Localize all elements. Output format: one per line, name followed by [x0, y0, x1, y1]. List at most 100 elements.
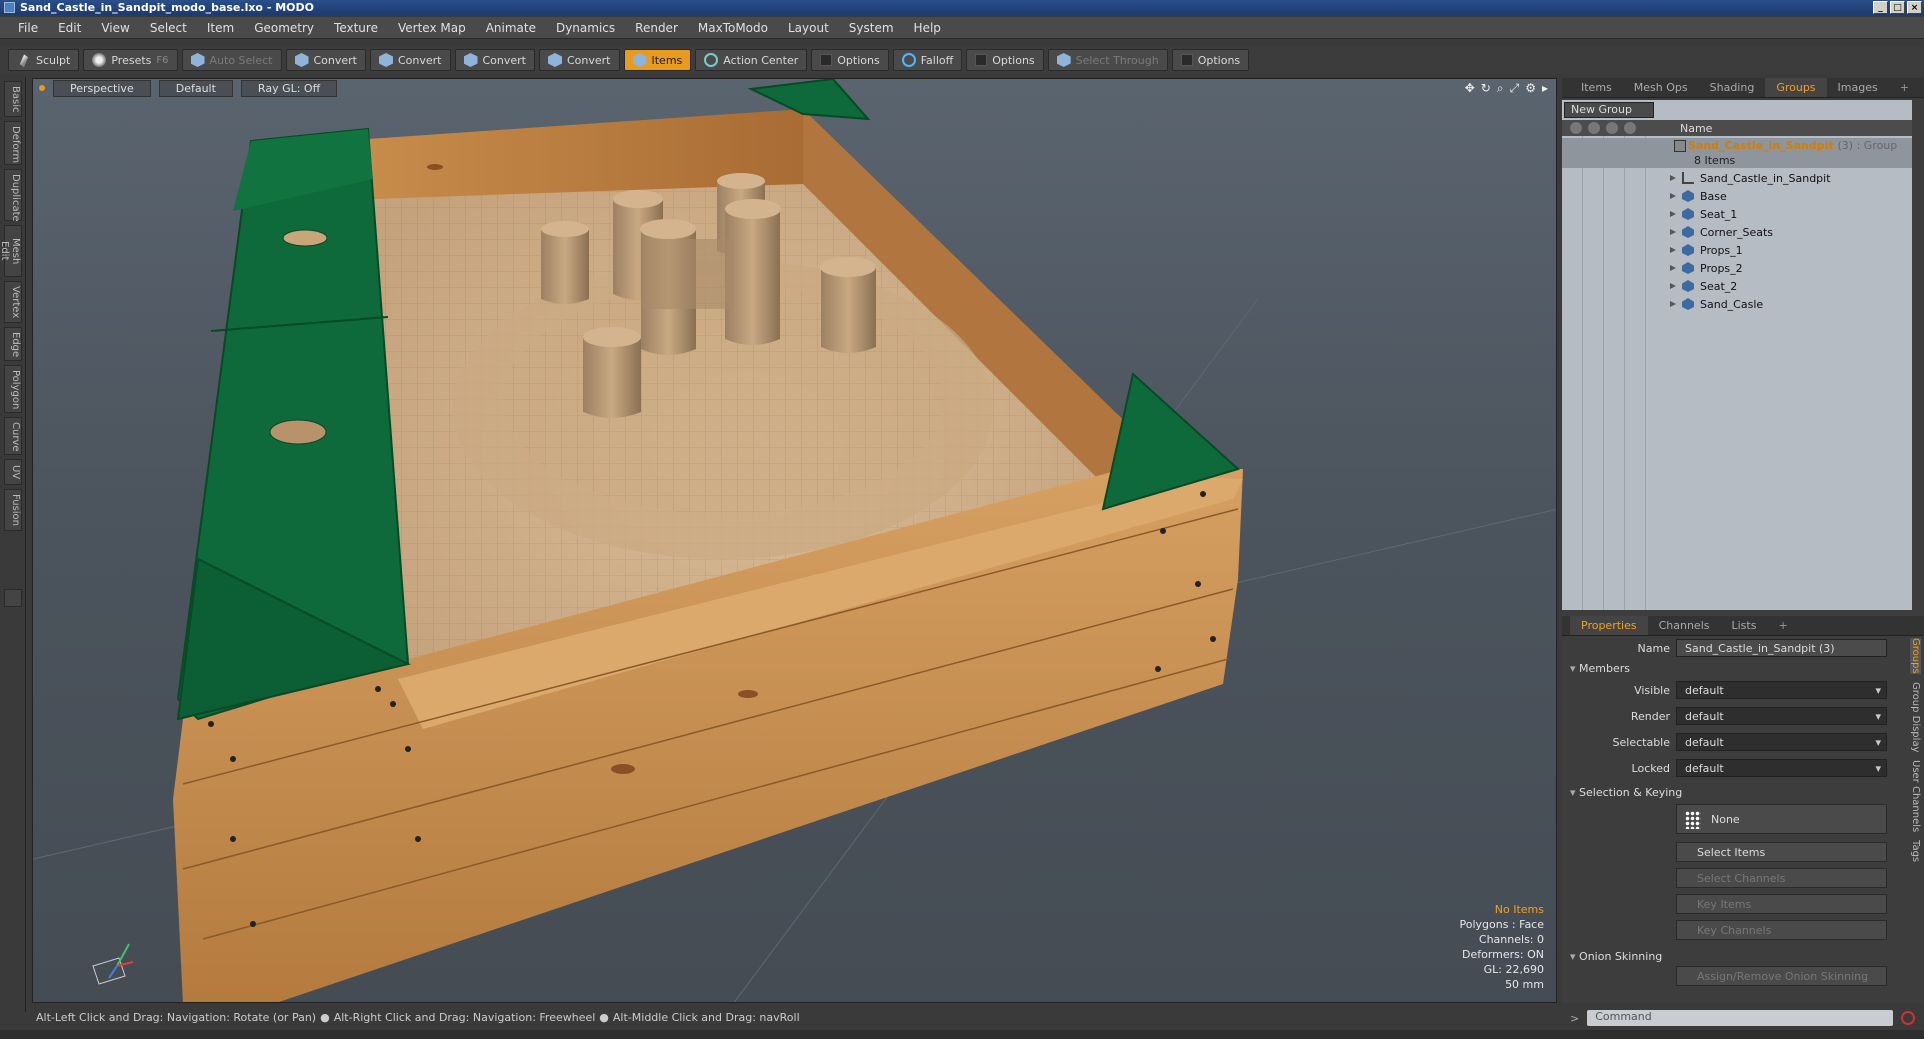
- options-button-1[interactable]: Options: [811, 49, 889, 71]
- options-button-2[interactable]: Options: [966, 49, 1044, 71]
- raygl-toggle[interactable]: Ray GL: Off: [240, 79, 338, 97]
- tab-deform[interactable]: Deform: [4, 121, 22, 165]
- visible-dropdown[interactable]: default: [1676, 681, 1887, 699]
- action-center-button[interactable]: Action Center: [695, 49, 808, 71]
- menu-maxtomodo[interactable]: MaxToModo: [688, 21, 778, 35]
- add-tab-icon[interactable]: +: [1767, 619, 1798, 632]
- tab-items[interactable]: Items: [1570, 81, 1623, 94]
- list-item[interactable]: Seat_1: [1562, 205, 1912, 223]
- tab-channels[interactable]: Channels: [1648, 619, 1721, 632]
- group-row[interactable]: Sand_Castle_in_Sandpit (3) : Group 8 Ite…: [1562, 138, 1912, 168]
- list-item[interactable]: Props_2: [1562, 259, 1912, 277]
- zoom-icon[interactable]: ⌕: [1497, 81, 1504, 96]
- onion-skinning-section[interactable]: Onion Skinning: [1570, 950, 1662, 963]
- tab-extra[interactable]: [4, 589, 22, 607]
- convert-button-2[interactable]: Convert: [370, 49, 451, 71]
- tab-images[interactable]: Images: [1827, 81, 1889, 94]
- fit-icon[interactable]: ⤢: [1510, 81, 1520, 96]
- maximize-button[interactable]: □: [1890, 1, 1905, 14]
- expand-arrow-icon[interactable]: ▸: [1542, 81, 1548, 96]
- menu-render[interactable]: Render: [625, 21, 688, 35]
- render-icon[interactable]: [1588, 122, 1600, 134]
- view-type-dropdown[interactable]: Perspective: [53, 79, 151, 97]
- 3d-viewport[interactable]: Perspective Default Ray GL: Off ✥ ↻ ⌕ ⤢ …: [32, 78, 1557, 1003]
- tab-basic[interactable]: Basic: [4, 81, 22, 117]
- new-group-button[interactable]: New Group: [1564, 102, 1654, 118]
- tab-fusion[interactable]: Fusion: [4, 489, 22, 531]
- falloff-button[interactable]: Falloff: [892, 49, 963, 71]
- tab-properties[interactable]: Properties: [1570, 616, 1648, 635]
- list-item[interactable]: Sand_Casle: [1562, 295, 1912, 313]
- name-field[interactable]: Sand_Castle_in_Sandpit (3): [1676, 639, 1887, 657]
- convert-button-1[interactable]: Convert: [285, 49, 366, 71]
- convert-button-4[interactable]: Convert: [539, 49, 620, 71]
- checkbox[interactable]: [1180, 54, 1193, 66]
- command-input[interactable]: Command: [1587, 1010, 1894, 1026]
- locked-dropdown[interactable]: default: [1676, 759, 1887, 777]
- assign-onion-button[interactable]: Assign/Remove Onion Skinning: [1676, 966, 1887, 986]
- eye-icon[interactable]: [1570, 122, 1582, 134]
- menu-dynamics[interactable]: Dynamics: [546, 21, 625, 35]
- select-channels-button[interactable]: Select Channels: [1676, 868, 1887, 888]
- tab-polygon[interactable]: Polygon: [4, 365, 22, 413]
- auto-select-button[interactable]: Auto Select: [181, 49, 282, 71]
- rotate-icon[interactable]: ↻: [1481, 81, 1491, 96]
- side-tab-tags[interactable]: Tags: [1910, 840, 1921, 862]
- select-through-button[interactable]: Select Through: [1047, 49, 1168, 71]
- tab-shading[interactable]: Shading: [1699, 81, 1766, 94]
- render-dropdown[interactable]: default: [1676, 707, 1887, 725]
- tab-lists[interactable]: Lists: [1721, 619, 1768, 632]
- menu-animate[interactable]: Animate: [476, 21, 546, 35]
- tab-mesh-edit[interactable]: Mesh Edit: [0, 225, 22, 277]
- tab-edge[interactable]: Edge: [4, 327, 22, 361]
- close-button[interactable]: ×: [1907, 1, 1922, 14]
- options-button-3[interactable]: Options: [1171, 49, 1250, 71]
- side-tab-user-channels[interactable]: User Channels: [1910, 760, 1921, 832]
- presets-button[interactable]: Presets F6: [83, 49, 178, 71]
- tab-groups[interactable]: Groups: [1765, 78, 1827, 97]
- record-icon[interactable]: [1901, 1011, 1916, 1025]
- minimize-button[interactable]: _: [1873, 1, 1888, 14]
- checkbox[interactable]: [975, 54, 988, 66]
- menu-select[interactable]: Select: [140, 21, 197, 35]
- list-item[interactable]: Base: [1562, 187, 1912, 205]
- list-item[interactable]: Seat_2: [1562, 277, 1912, 295]
- menu-system[interactable]: System: [839, 21, 904, 35]
- key-channels-button[interactable]: Key Channels: [1676, 920, 1887, 940]
- selection-keying-section[interactable]: Selection & Keying: [1570, 786, 1682, 799]
- list-item[interactable]: Sand_Castle_in_Sandpit: [1562, 169, 1912, 187]
- convert-button-3[interactable]: Convert: [454, 49, 535, 71]
- select-icon[interactable]: [1606, 122, 1618, 134]
- key-items-button[interactable]: Key Items: [1676, 894, 1887, 914]
- tab-duplicate[interactable]: Duplicate: [4, 169, 22, 222]
- menu-file[interactable]: File: [8, 21, 48, 35]
- command-arrow-icon[interactable]: >: [1562, 1012, 1587, 1025]
- pan-icon[interactable]: ✥: [1465, 81, 1475, 96]
- tab-mesh-ops[interactable]: Mesh Ops: [1623, 81, 1699, 94]
- menu-view[interactable]: View: [91, 21, 139, 35]
- select-items-button[interactable]: Select Items: [1676, 842, 1887, 862]
- tab-curve[interactable]: Curve: [4, 417, 22, 455]
- tab-uv[interactable]: UV: [4, 459, 22, 485]
- add-tab-icon[interactable]: +: [1889, 81, 1920, 94]
- lock-icon[interactable]: [1624, 122, 1636, 134]
- gear-icon[interactable]: ⚙: [1525, 81, 1536, 96]
- menu-geometry[interactable]: Geometry: [244, 21, 324, 35]
- items-mode-button[interactable]: Items: [623, 49, 692, 71]
- side-tab-group-display[interactable]: Group Display: [1910, 682, 1921, 752]
- menu-layout[interactable]: Layout: [778, 21, 839, 35]
- menu-help[interactable]: Help: [904, 21, 951, 35]
- selectable-dropdown[interactable]: default: [1676, 733, 1887, 751]
- checkbox[interactable]: [820, 54, 833, 66]
- viewport-menu-dot[interactable]: [39, 85, 45, 91]
- side-tab-groups[interactable]: Groups: [1910, 638, 1921, 674]
- shading-dropdown[interactable]: Default: [158, 79, 233, 97]
- members-section[interactable]: Members: [1570, 662, 1630, 675]
- sculpt-button[interactable]: Sculpt: [8, 49, 80, 71]
- tab-vertex[interactable]: Vertex: [4, 281, 22, 323]
- menu-item[interactable]: Item: [197, 21, 244, 35]
- menu-vertex-map[interactable]: Vertex Map: [388, 21, 476, 35]
- menu-texture[interactable]: Texture: [324, 21, 388, 35]
- menu-edit[interactable]: Edit: [48, 21, 91, 35]
- none-button[interactable]: None: [1676, 804, 1887, 834]
